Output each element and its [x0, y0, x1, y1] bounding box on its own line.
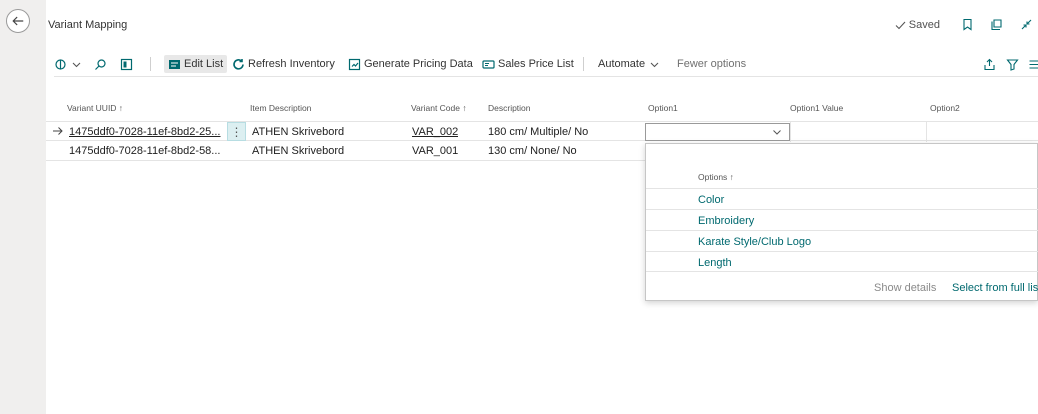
lookup-option-label: Length — [698, 257, 732, 269]
collapse-button[interactable] — [1018, 16, 1034, 32]
saved-status: Saved — [895, 19, 940, 31]
show-details-link[interactable]: Show details — [874, 282, 936, 294]
edit-list-button[interactable]: Edit List — [164, 55, 228, 73]
column-header-item-description[interactable]: Item Description — [250, 103, 311, 113]
chevron-down-icon — [773, 130, 781, 135]
edit-list-icon — [169, 59, 180, 69]
lookup-option[interactable]: Karate Style/Club Logo — [646, 230, 1038, 251]
column-header-option1[interactable]: Option1 — [648, 103, 678, 113]
column-header-description[interactable]: Description — [488, 103, 531, 113]
price-list-icon — [482, 59, 495, 69]
table-row[interactable]: 1475ddf0-7028-11ef-8bd2-25... ⋮ ATHEN Sk… — [46, 121, 1038, 142]
column-header-option1-value[interactable]: Option1 Value — [790, 103, 843, 113]
generate-icon — [348, 58, 361, 70]
share-button[interactable] — [983, 55, 996, 73]
variant-uuid-cell[interactable]: 1475ddf0-7028-11ef-8bd2-58... — [69, 145, 225, 157]
option1-input[interactable] — [645, 123, 790, 141]
analyze-button[interactable] — [54, 55, 83, 73]
lookup-option[interactable]: Length — [646, 251, 1038, 272]
select-from-full-list-link[interactable]: Select from full list — [952, 282, 1038, 294]
description-cell: 130 cm/ None/ No — [488, 145, 577, 157]
option1-lookup-dropdown: Options ↑ Color Embroidery Karate Style/… — [645, 143, 1038, 301]
chevron-down-icon — [72, 62, 81, 67]
search-button[interactable] — [94, 55, 107, 73]
current-row-arrow-icon — [53, 127, 63, 135]
page-panel: Variant Mapping Saved Edit List Refresh … — [46, 0, 1038, 414]
column-header-option2[interactable]: Option2 — [930, 103, 960, 113]
sales-price-list-label: Sales Price List — [498, 58, 574, 70]
automate-label: Automate — [598, 58, 646, 70]
open-new-window-icon — [990, 18, 1002, 30]
checkmark-icon — [895, 21, 906, 29]
action-separator — [583, 57, 584, 71]
fewer-options-button[interactable]: Fewer options — [677, 55, 746, 73]
collapse-icon — [1021, 19, 1031, 29]
variant-code-cell[interactable]: VAR_001 — [412, 145, 458, 157]
list-view-button[interactable] — [1028, 55, 1038, 73]
chevron-down-icon — [650, 62, 659, 67]
edit-list-label: Edit List — [184, 58, 224, 70]
item-description-cell: ATHEN Skrivebord — [252, 145, 345, 157]
cell-divider — [790, 122, 791, 142]
layout-icon — [120, 58, 133, 70]
arrow-left-icon — [12, 16, 24, 26]
list-view-icon — [1029, 59, 1038, 69]
lookup-option-label: Embroidery — [698, 215, 755, 227]
generate-pricing-button[interactable]: Generate Pricing Data — [348, 55, 473, 73]
lookup-option[interactable]: Color — [646, 188, 1038, 209]
cell-divider — [926, 122, 927, 142]
column-header-variant-uuid[interactable]: Variant UUID ↑ — [67, 103, 123, 113]
row-actions-button[interactable]: ⋮ — [227, 122, 246, 141]
page-title: Variant Mapping — [48, 19, 128, 31]
fewer-options-label: Fewer options — [677, 58, 747, 70]
filter-button[interactable] — [1006, 55, 1019, 73]
generate-pricing-label: Generate Pricing Data — [364, 58, 473, 70]
action-separator — [150, 57, 151, 71]
back-button[interactable] — [6, 9, 30, 33]
open-new-window-button[interactable] — [988, 16, 1004, 32]
search-icon — [95, 58, 106, 70]
description-cell: 180 cm/ Multiple/ No — [488, 126, 589, 138]
item-description-cell: ATHEN Skrivebord — [252, 126, 345, 138]
refresh-icon — [233, 58, 244, 70]
lookup-option-label: Karate Style/Club Logo — [698, 236, 812, 248]
analyze-icon — [55, 58, 66, 70]
bookmark-icon — [962, 18, 972, 31]
action-bar: Edit List Refresh Inventory Generate Pri… — [54, 51, 1038, 77]
variant-code-cell[interactable]: VAR_002 — [412, 126, 458, 138]
refresh-inventory-button[interactable]: Refresh Inventory — [232, 55, 335, 73]
layout-button[interactable] — [120, 55, 133, 73]
grid-header: Variant UUID ↑ Item Description Variant … — [46, 99, 1038, 121]
saved-label: Saved — [908, 19, 940, 31]
refresh-inventory-label: Refresh Inventory — [248, 58, 335, 70]
column-header-variant-code[interactable]: Variant Code ↑ — [411, 103, 467, 113]
lookup-option-label: Color — [698, 194, 725, 206]
filter-icon — [1006, 58, 1019, 71]
automate-menu-button[interactable]: Automate — [598, 55, 661, 73]
lookup-column-header[interactable]: Options ↑ — [698, 172, 734, 182]
share-icon — [984, 58, 995, 70]
lookup-option[interactable]: Embroidery — [646, 209, 1038, 230]
more-vertical-icon: ⋮ — [230, 124, 243, 139]
bookmark-button[interactable] — [959, 16, 975, 32]
sales-price-list-button[interactable]: Sales Price List — [482, 55, 574, 73]
variant-uuid-cell[interactable]: 1475ddf0-7028-11ef-8bd2-25... — [69, 126, 225, 138]
